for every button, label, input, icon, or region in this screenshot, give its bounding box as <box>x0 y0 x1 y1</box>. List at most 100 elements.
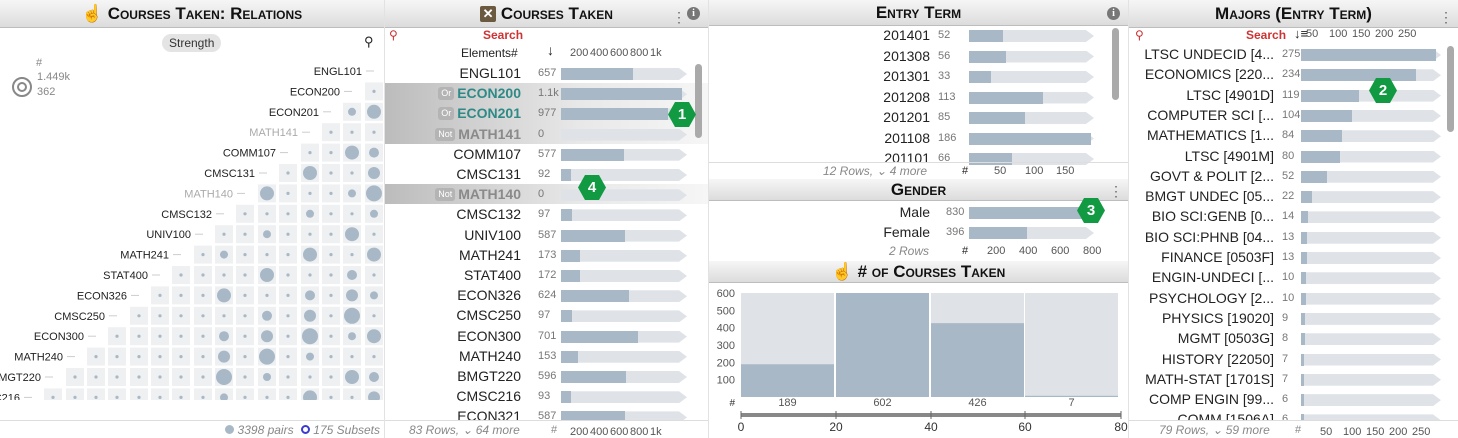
matrix-dot[interactable] <box>367 104 381 119</box>
matrix-dot[interactable] <box>286 273 290 277</box>
courses-search[interactable]: Search <box>483 28 523 42</box>
matrix-dot[interactable] <box>367 247 381 262</box>
course-row[interactable]: MATH241 173 <box>385 245 708 265</box>
majors-scrollbar[interactable] <box>1447 46 1454 132</box>
major-row[interactable]: BIO SCI:GENB [0... 14 <box>1129 206 1458 226</box>
matrix-dot[interactable] <box>179 395 183 399</box>
matrix-dot[interactable] <box>372 355 376 359</box>
major-row[interactable]: LTSC [4901D] 119 <box>1129 85 1458 105</box>
matrix-dot[interactable] <box>158 314 162 318</box>
matrix-dot[interactable] <box>305 290 315 301</box>
major-row[interactable]: BMGT UNDEC [05... 22 <box>1129 186 1458 206</box>
hist-bin[interactable] <box>741 364 834 397</box>
matrix-dot[interactable] <box>201 395 205 399</box>
matrix-dot[interactable] <box>329 253 333 257</box>
matrix-dot[interactable] <box>369 372 379 382</box>
matrix-dot[interactable] <box>329 273 333 277</box>
matrix-dot[interactable] <box>366 185 382 202</box>
matrix-dot[interactable] <box>94 375 98 379</box>
matrix-dot[interactable] <box>265 253 269 257</box>
search-icon[interactable]: ⚲ <box>389 28 398 42</box>
matrix-dot[interactable] <box>347 270 357 280</box>
matrix-dot[interactable] <box>179 293 183 297</box>
matrix-dot[interactable] <box>115 334 119 338</box>
course-row[interactable]: CMSC132 97 <box>385 204 708 224</box>
matrix-dot[interactable] <box>329 232 333 236</box>
hist-bin-bg[interactable] <box>1025 293 1118 397</box>
menu-dots-icon[interactable]: ⋮ <box>672 3 686 31</box>
majors-search-icon[interactable]: ⚲ <box>1135 28 1144 42</box>
matrix-dot[interactable] <box>329 191 333 195</box>
entry-row[interactable]: 201308 56 <box>709 46 1128 67</box>
matrix-dot[interactable] <box>308 273 312 277</box>
matrix-dot[interactable] <box>286 314 290 318</box>
major-row[interactable]: PHYSICS [19020] 9 <box>1129 308 1458 328</box>
matrix-dot[interactable] <box>243 334 247 338</box>
matrix-dot[interactable] <box>219 331 229 342</box>
matrix-dot[interactable] <box>243 293 247 297</box>
matrix-dot[interactable] <box>286 171 290 175</box>
matrix-dot[interactable] <box>345 145 359 160</box>
major-row[interactable]: COMPUTER SCI [... 104 <box>1129 105 1458 125</box>
major-row[interactable]: HISTORY [22050] 7 <box>1129 349 1458 369</box>
matrix-dot[interactable] <box>201 334 205 338</box>
course-row[interactable]: STAT400 172 <box>385 265 708 285</box>
major-row[interactable]: COMP ENGIN [99... 6 <box>1129 389 1458 409</box>
matrix-dot[interactable] <box>137 334 141 338</box>
matrix-dot[interactable] <box>243 212 247 216</box>
matrix-dot[interactable] <box>329 212 333 216</box>
matrix-dot[interactable] <box>370 209 378 218</box>
matrix-dot[interactable] <box>308 375 312 379</box>
matrix-dot[interactable] <box>179 355 183 359</box>
entry-scrollbar[interactable] <box>1112 28 1119 100</box>
major-row[interactable]: MATHEMATICS [1... 84 <box>1129 125 1458 145</box>
major-row[interactable]: BIO SCI:PHNB [04... 13 <box>1129 227 1458 247</box>
matrix-dot[interactable] <box>350 395 354 399</box>
entry-info-icon[interactable]: i <box>1107 7 1120 20</box>
matrix-dot[interactable] <box>137 395 141 399</box>
matrix-dot[interactable] <box>348 189 356 198</box>
elements-header[interactable]: Elements# <box>461 46 518 60</box>
matrix-dot[interactable] <box>329 355 333 359</box>
matrix-dot[interactable] <box>51 395 55 399</box>
matrix-dot[interactable] <box>217 288 231 303</box>
matrix-dot[interactable] <box>344 307 360 324</box>
matrix-dot[interactable] <box>302 328 318 345</box>
matrix-dot[interactable] <box>329 171 333 175</box>
course-row[interactable]: ENGL101 657 <box>385 63 708 83</box>
matrix-dot[interactable] <box>220 250 228 259</box>
entry-row[interactable]: 201201 85 <box>709 107 1128 128</box>
matrix-dot[interactable] <box>243 355 247 359</box>
course-row-tag[interactable]: Not <box>435 188 456 202</box>
matrix-row-label[interactable]: MATH141 <box>249 127 298 139</box>
matrix-dot[interactable] <box>286 355 290 359</box>
close-icon[interactable]: ✕ <box>480 6 497 22</box>
matrix-dot[interactable] <box>370 291 378 300</box>
matrix-dot[interactable] <box>243 314 247 318</box>
course-row-tag[interactable]: Or <box>438 87 455 101</box>
major-row[interactable]: LTSC [4901M] 80 <box>1129 146 1458 166</box>
matrix-dot[interactable] <box>179 314 183 318</box>
matrix-dot[interactable] <box>329 395 333 399</box>
matrix-dot[interactable] <box>372 314 376 318</box>
matrix-dot[interactable] <box>73 395 77 399</box>
matrix-dot[interactable] <box>329 334 333 338</box>
matrix-dot[interactable] <box>115 375 119 379</box>
matrix-row-label[interactable]: CMSC132 <box>161 209 212 221</box>
matrix-dot[interactable] <box>304 309 316 322</box>
entry-row[interactable]: 201208 113 <box>709 87 1128 108</box>
entry-row[interactable]: 201108 186 <box>709 128 1128 149</box>
matrix-row-label[interactable]: UNIV100 <box>146 229 191 241</box>
entry-footer-text[interactable]: 12 Rows, ⌄ 4 more <box>823 164 927 178</box>
courses-scrollbar[interactable] <box>695 64 702 138</box>
course-row[interactable]: CMSC216 93 <box>385 386 708 406</box>
matrix-dot[interactable] <box>158 375 162 379</box>
course-row[interactable]: MATH240 153 <box>385 346 708 366</box>
matrix-dot[interactable] <box>243 232 247 236</box>
matrix-dot[interactable] <box>222 232 226 236</box>
matrix-dot[interactable] <box>369 147 379 158</box>
matrix-dot[interactable] <box>303 247 317 262</box>
entry-row[interactable]: 201401 52 <box>709 25 1128 46</box>
matrix-dot[interactable] <box>348 107 356 116</box>
matrix-dot[interactable] <box>286 395 290 399</box>
